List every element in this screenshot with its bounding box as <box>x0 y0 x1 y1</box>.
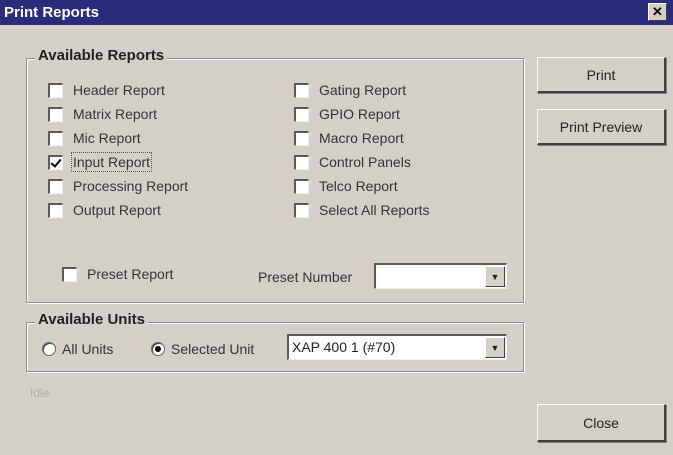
report-label: Select All Reports <box>319 202 430 218</box>
unit-select-value: XAP 400 1 (#70) <box>292 339 396 355</box>
checkbox-box[interactable] <box>294 82 309 98</box>
close-button[interactable]: Close <box>537 404 666 442</box>
report-checkbox[interactable]: Select All Reports <box>294 202 430 218</box>
report-checkbox[interactable]: Gating Report <box>294 82 406 98</box>
report-label: Matrix Report <box>73 106 158 122</box>
all-units-radio[interactable]: All Units <box>42 341 113 357</box>
report-label: Input Report <box>70 152 153 172</box>
preset-report-box[interactable] <box>62 266 77 282</box>
close-icon[interactable]: ✕ <box>648 3 667 21</box>
title-bar: Print Reports ✕ <box>0 0 673 25</box>
print-preview-button-label: Print Preview <box>559 118 643 135</box>
all-units-radio-dot[interactable] <box>42 342 56 356</box>
report-label: Header Report <box>73 82 165 98</box>
available-units-label: Available Units <box>35 311 148 328</box>
selected-unit-radio-dot[interactable] <box>151 342 165 356</box>
report-label: Processing Report <box>73 178 189 194</box>
preset-report-checkbox[interactable]: Preset Report <box>62 266 173 282</box>
report-checkbox[interactable]: Output Report <box>48 202 161 218</box>
checkbox-box[interactable] <box>48 202 63 218</box>
preset-number-combo[interactable]: ▼ <box>374 263 507 289</box>
checkbox-box[interactable] <box>48 178 63 194</box>
report-checkbox[interactable]: Header Report <box>48 82 165 98</box>
print-preview-button[interactable]: Print Preview <box>537 109 666 145</box>
all-units-label: All Units <box>62 341 114 357</box>
print-button[interactable]: Print <box>537 57 666 93</box>
report-checkbox[interactable]: Input Report <box>48 152 153 172</box>
preset-report-label: Preset Report <box>87 266 174 282</box>
report-checkbox[interactable]: Matrix Report <box>48 106 157 122</box>
report-label: Macro Report <box>319 130 404 146</box>
checkbox-box[interactable] <box>48 82 63 98</box>
checkbox-box[interactable] <box>294 154 309 170</box>
report-checkbox[interactable]: Macro Report <box>294 130 404 146</box>
checkbox-box[interactable] <box>294 202 309 218</box>
report-checkbox[interactable]: Control Panels <box>294 154 411 170</box>
window-title: Print Reports <box>4 4 100 21</box>
checkbox-box[interactable] <box>48 130 63 146</box>
report-label: Output Report <box>73 202 161 218</box>
close-button-label: Close <box>583 414 619 431</box>
report-label: Gating Report <box>319 82 407 98</box>
report-label: Control Panels <box>319 154 411 170</box>
available-reports-label: Available Reports <box>35 47 168 64</box>
chevron-down-icon[interactable]: ▼ <box>485 266 505 287</box>
status-text: Idle <box>30 386 50 400</box>
chevron-down-icon[interactable]: ▼ <box>485 337 505 358</box>
report-label: Telco Report <box>319 178 398 194</box>
report-label: GPIO Report <box>319 106 400 122</box>
report-checkbox[interactable]: GPIO Report <box>294 106 400 122</box>
checkbox-box[interactable] <box>294 130 309 146</box>
checkbox-box[interactable] <box>48 154 63 170</box>
checkbox-box[interactable] <box>294 178 309 194</box>
report-checkbox[interactable]: Mic Report <box>48 130 141 146</box>
selected-unit-radio[interactable]: Selected Unit <box>151 341 254 357</box>
report-label: Mic Report <box>73 130 141 146</box>
print-button-label: Print <box>586 66 616 83</box>
unit-select[interactable]: XAP 400 1 (#70) ▼ <box>287 334 507 360</box>
report-checkbox[interactable]: Telco Report <box>294 178 398 194</box>
selected-unit-label: Selected Unit <box>171 341 255 357</box>
checkbox-box[interactable] <box>294 106 309 122</box>
preset-number-label: Preset Number <box>258 269 353 285</box>
checkbox-box[interactable] <box>48 106 63 122</box>
report-checkbox[interactable]: Processing Report <box>48 178 188 194</box>
